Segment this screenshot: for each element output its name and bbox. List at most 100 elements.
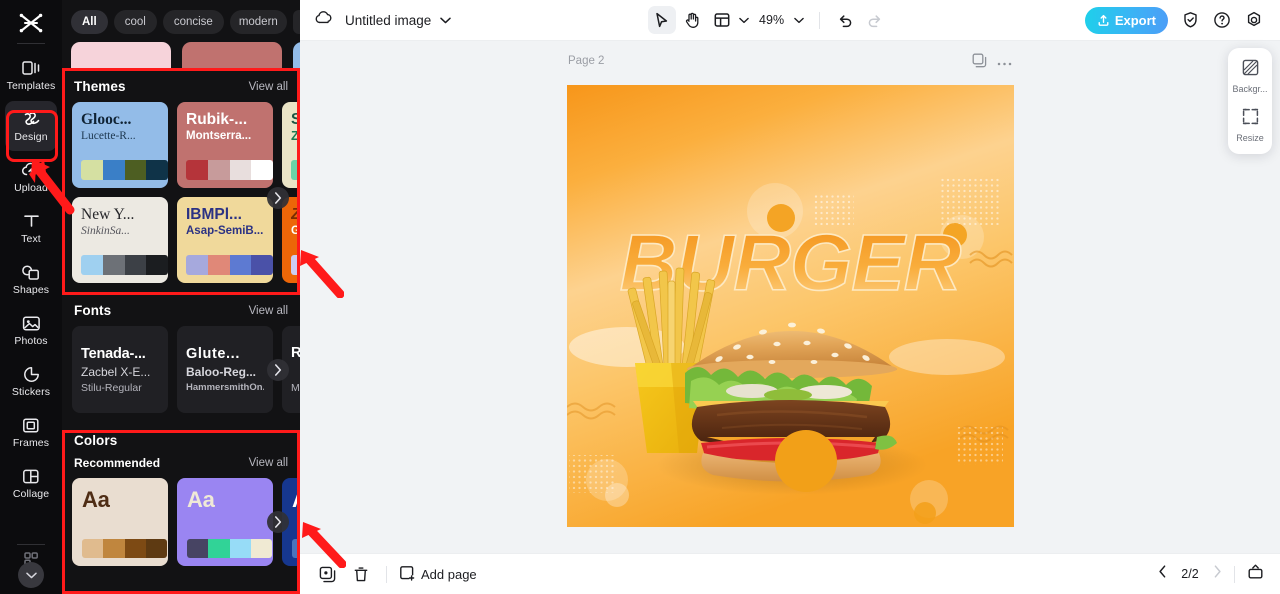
filter-chip-all[interactable]: All xyxy=(71,10,108,34)
capcut-logo-icon[interactable] xyxy=(9,6,53,40)
panel-scroll-region[interactable]: Themes View all Glooc... Lucette-R... Ru… xyxy=(62,42,300,594)
sidebar-item-stickers[interactable]: Stickers xyxy=(5,356,57,406)
filter-chip-cool[interactable]: cool xyxy=(113,10,157,34)
sidebar-item-collage[interactable]: Collage xyxy=(5,458,57,508)
color-card-sample: Aa xyxy=(187,487,215,512)
export-button[interactable]: Export xyxy=(1084,6,1168,34)
themes-row-1: Glooc... Lucette-R... Rubik-... Montserr… xyxy=(72,102,300,188)
document-title[interactable]: Untitled image xyxy=(345,13,431,28)
templates-icon xyxy=(20,58,42,78)
select-tool-button[interactable] xyxy=(647,6,676,34)
color-card[interactable]: Aa xyxy=(72,478,168,566)
strip-card[interactable] xyxy=(182,42,282,68)
filter-chip-concise[interactable]: concise xyxy=(162,10,224,34)
sidebar-item-templates[interactable]: Templates xyxy=(5,50,57,100)
strip-card[interactable] xyxy=(293,42,300,68)
sidebar-item-shapes[interactable]: Shapes xyxy=(5,254,57,304)
themes-card-area: Glooc... Lucette-R... Rubik-... Montserr… xyxy=(62,102,300,283)
fonts-view-all[interactable]: View all xyxy=(249,305,288,317)
cloud-sync-icon[interactable] xyxy=(314,10,334,31)
font-card[interactable]: Tenada-... Zacbel X-E... Stilu-Regular xyxy=(72,326,168,413)
trash-icon[interactable] xyxy=(348,561,374,587)
colors-row: Aa Aa A xyxy=(72,478,300,566)
undo-button[interactable] xyxy=(831,6,859,34)
theme-card[interactable]: Sp ZY xyxy=(282,102,300,188)
themes-section-header: Themes View all xyxy=(62,68,300,102)
toolbar-center-tools: 49% xyxy=(647,6,889,34)
filter-chip-modern[interactable]: modern xyxy=(229,10,287,34)
sidebar-expand-button[interactable] xyxy=(18,562,44,588)
fonts-card-area: Tenada-... Zacbel X-E... Stilu-Regular G… xyxy=(62,326,300,413)
duplicate-page-icon[interactable] xyxy=(972,53,987,73)
strip-card[interactable] xyxy=(71,42,171,68)
theme-card[interactable]: Glooc... Lucette-R... xyxy=(72,102,168,188)
background-tool[interactable]: Backgr... xyxy=(1230,56,1270,97)
next-page-button[interactable] xyxy=(1213,565,1222,583)
colors-next-button[interactable] xyxy=(267,511,289,533)
hand-tool-button[interactable] xyxy=(678,6,706,34)
left-sidebar: Templates Design Upload Text Shapes Phot… xyxy=(0,0,62,594)
theme-card[interactable]: IBMPl... Asap-SemiB... xyxy=(177,197,273,283)
stickers-icon xyxy=(20,364,42,384)
shield-check-icon[interactable] xyxy=(1176,6,1204,34)
redo-button[interactable] xyxy=(861,6,889,34)
font-card-line2: Baloo-Reg... xyxy=(186,364,257,379)
add-page-button[interactable]: Add page xyxy=(399,565,477,584)
chevron-down-icon xyxy=(25,572,37,578)
theme-card-subtitle: Gro xyxy=(291,225,300,237)
text-icon xyxy=(20,211,42,231)
sidebar-item-upload[interactable]: Upload xyxy=(5,152,57,202)
bottom-divider-2 xyxy=(1234,565,1235,583)
themes-row-2: New Y... SinkinSa... IBMPl... Asap-SemiB… xyxy=(72,197,300,283)
filter-expand-button[interactable] xyxy=(292,10,300,34)
page-indicator: 2/2 xyxy=(1181,567,1199,581)
resize-tool[interactable]: Resize xyxy=(1230,105,1270,146)
color-swatches xyxy=(82,539,167,558)
fonts-title: Fonts xyxy=(74,303,112,318)
settings-gear-icon[interactable] xyxy=(1240,6,1268,34)
theme-card[interactable]: New Y... SinkinSa... xyxy=(72,197,168,283)
theme-card-title: Rubik-... xyxy=(186,111,248,128)
sidebar-item-label: Stickers xyxy=(11,386,51,398)
themes-view-all[interactable]: View all xyxy=(249,81,288,93)
undo-icon xyxy=(839,14,851,27)
sidebar-item-frames[interactable]: Frames xyxy=(5,407,57,457)
top-toolbar: Untitled image 49% Export xyxy=(300,0,1280,41)
colors-title: Colors xyxy=(74,433,118,448)
artboard-page-2[interactable]: BURGER xyxy=(567,85,1014,527)
sidebar-item-design[interactable]: Design xyxy=(5,101,57,151)
canvas-area[interactable]: Page 2 BURGER xyxy=(300,41,1280,553)
color-card[interactable]: Aa xyxy=(177,478,273,566)
sidebar-item-label: Shapes xyxy=(12,284,50,296)
bottom-divider xyxy=(386,565,387,583)
more-horizontal-icon[interactable] xyxy=(997,54,1012,72)
upload-arrow-icon xyxy=(1098,14,1109,26)
fonts-next-button[interactable] xyxy=(267,359,289,381)
colors-recommended-label: Recommended xyxy=(74,456,161,470)
theme-card[interactable]: Rubik-... Montserra... xyxy=(177,102,273,188)
shapes-icon xyxy=(20,262,42,282)
sidebar-item-photos[interactable]: Photos xyxy=(5,305,57,355)
fonts-row: Tenada-... Zacbel X-E... Stilu-Regular G… xyxy=(72,326,300,413)
font-card[interactable]: Glute... Baloo-Reg... HammersmithOn... xyxy=(177,326,273,413)
layout-tool-button[interactable] xyxy=(708,6,736,34)
zoom-dropdown-button[interactable] xyxy=(790,17,808,24)
layout-dropdown-button[interactable] xyxy=(738,17,754,24)
colors-view-all[interactable]: View all xyxy=(249,457,288,469)
sidebar-item-text[interactable]: Text xyxy=(5,203,57,253)
sidebar-item-label: Templates xyxy=(6,80,56,92)
duplicate-icon[interactable] xyxy=(314,561,340,587)
color-swatches xyxy=(292,539,300,558)
font-card-line2: Zacbel X-E... xyxy=(81,364,151,379)
color-card-sample: A xyxy=(292,487,300,512)
collapse-panel-icon[interactable] xyxy=(1247,563,1264,585)
zoom-level[interactable]: 49% xyxy=(756,13,788,27)
theme-card[interactable]: Z Gro xyxy=(282,197,300,283)
themes-next-button[interactable] xyxy=(267,187,289,209)
prev-page-button[interactable] xyxy=(1158,565,1167,583)
title-dropdown-button[interactable] xyxy=(440,17,452,24)
chevron-right-icon xyxy=(275,192,282,204)
help-circle-icon[interactable] xyxy=(1208,6,1236,34)
font-card-line1: Glute... xyxy=(186,345,240,362)
frames-icon xyxy=(20,415,42,435)
